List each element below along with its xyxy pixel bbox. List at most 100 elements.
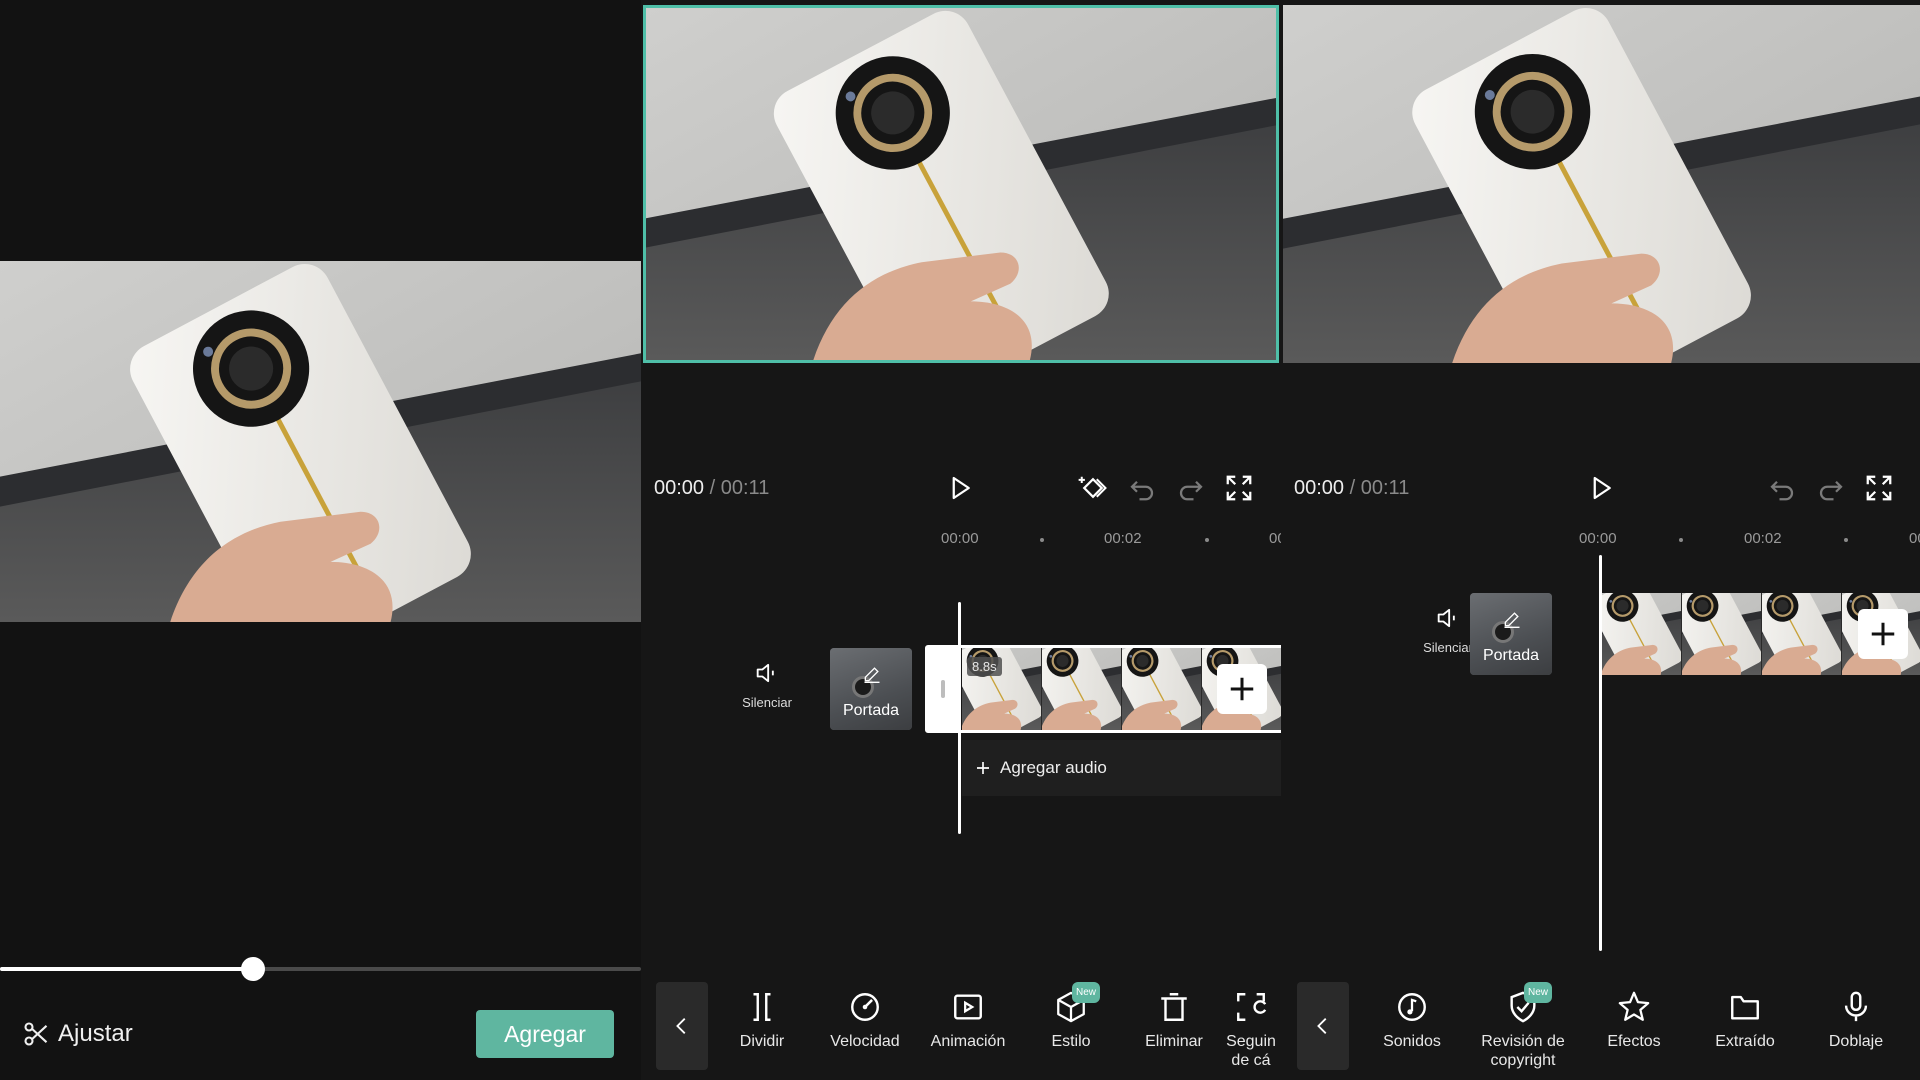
back-button[interactable]	[1297, 982, 1349, 1070]
playback-bar: 00:00 / 00:11	[1281, 468, 1920, 508]
ruler-tick: 00	[1909, 530, 1920, 547]
fullscreen-icon	[1226, 475, 1252, 501]
play-icon	[952, 476, 970, 500]
play-button[interactable]	[1585, 472, 1617, 504]
ruler-dot	[1040, 538, 1044, 542]
tool-label: Velocidad	[830, 1033, 900, 1050]
tool-label: Dividir	[739, 1033, 785, 1050]
split-icon	[753, 993, 771, 1021]
editor-panel-right: 00:00 / 00:11 00:00 00:02 00 Silenciar P…	[1281, 0, 1920, 1080]
video-preview	[0, 261, 641, 622]
tool-delete[interactable]: Eliminar	[1122, 990, 1226, 1051]
edit-icon	[1504, 612, 1520, 628]
redo-button[interactable]	[1815, 472, 1847, 504]
ruler-tick: 00	[1269, 530, 1281, 547]
ruler-tick: 00:00	[941, 530, 979, 547]
tool-split[interactable]: Dividir	[710, 990, 814, 1051]
chevron-left-icon	[676, 1018, 686, 1034]
playback-bar: 00:00 / 00:11	[641, 468, 1281, 508]
slider-knob[interactable]	[241, 957, 266, 981]
tool-extracted[interactable]: Extraído	[1693, 990, 1797, 1051]
chevron-left-icon	[1317, 1018, 1327, 1034]
music-note-icon	[1398, 993, 1426, 1021]
tool-effects[interactable]: Efectos	[1582, 990, 1686, 1051]
ruler-dot	[1844, 538, 1848, 542]
clip-frame	[1602, 593, 1682, 675]
cover-button[interactable]: Portada	[1470, 593, 1552, 675]
new-badge: New	[1072, 982, 1101, 1003]
plus-icon	[1230, 677, 1254, 701]
ruler-dot	[1205, 538, 1209, 542]
slider-fill	[0, 967, 254, 971]
clip-trim-handle[interactable]	[926, 645, 960, 733]
microphone-icon	[1844, 991, 1868, 1022]
tool-label: Estilo	[1051, 1033, 1091, 1050]
tool-speed[interactable]: Velocidad	[813, 990, 917, 1051]
time-separator: /	[709, 476, 716, 499]
speaker-icon	[1437, 608, 1455, 628]
time-display: 00:00 / 00:11	[654, 477, 769, 500]
edit-icon	[864, 667, 880, 683]
cover-label: Portada	[1482, 647, 1540, 664]
playhead[interactable]	[958, 602, 961, 834]
new-badge: New	[1524, 982, 1553, 1003]
clip-duration-badge: 8.8s	[967, 657, 1002, 676]
adjust-label: Ajustar	[58, 1020, 133, 1047]
plus-icon	[977, 762, 989, 774]
clip-frame	[1042, 648, 1122, 730]
add-clip-button[interactable]	[1858, 609, 1908, 659]
undo-icon	[1130, 480, 1154, 501]
tool-style[interactable]: New Estilo	[1019, 982, 1123, 1051]
tool-label: Eliminar	[1145, 1033, 1203, 1050]
add-button[interactable]: Agregar	[476, 1010, 614, 1058]
clip-frame	[1122, 648, 1202, 730]
ruler-dot	[1679, 538, 1683, 542]
add-clip-button[interactable]	[1217, 664, 1267, 714]
play-button[interactable]	[944, 472, 976, 504]
tool-sounds[interactable]: Sonidos	[1360, 990, 1464, 1051]
speaker-icon	[756, 663, 774, 683]
keyframe-button[interactable]	[1077, 472, 1109, 504]
fullscreen-button[interactable]	[1223, 472, 1255, 504]
time-display: 00:00 / 00:11	[1294, 477, 1409, 500]
tool-label: Doblaje	[1828, 1033, 1884, 1050]
trim-slider[interactable]	[0, 957, 641, 981]
speed-icon	[851, 993, 879, 1021]
tool-copyright-check[interactable]: New Revisión de copyright	[1471, 982, 1575, 1070]
ruler-tick: 00:02	[1104, 530, 1142, 547]
clip-frame	[1762, 593, 1842, 675]
cover-button[interactable]: Portada	[830, 648, 912, 730]
playhead[interactable]	[1599, 555, 1602, 951]
tool-label: Seguin de cá	[1226, 1033, 1276, 1069]
fullscreen-icon	[1866, 475, 1892, 501]
animation-icon	[954, 994, 982, 1020]
ruler-tick: 00:00	[1579, 530, 1617, 547]
camera-track-icon	[1237, 993, 1267, 1021]
video-preview-selected	[643, 5, 1279, 363]
adjust-button[interactable]: Ajustar	[22, 1020, 133, 1048]
tool-camera-tracking[interactable]: Seguin de cá	[1221, 990, 1281, 1070]
fullscreen-button[interactable]	[1863, 472, 1895, 504]
time-total: 00:11	[1360, 476, 1410, 499]
video-preview	[1283, 5, 1920, 363]
scissors-icon	[24, 1022, 48, 1046]
mute-button[interactable]: Silenciar	[727, 659, 807, 710]
add-audio-button[interactable]: Agregar audio	[962, 740, 1281, 796]
time-total: 00:11	[720, 476, 770, 499]
tool-animation[interactable]: Animación	[916, 990, 1020, 1051]
tool-label: Animación	[930, 1033, 1006, 1050]
trash-icon	[1161, 993, 1187, 1021]
folder-icon	[1731, 995, 1759, 1020]
editor-panel-middle: 00:00 / 00:11 00:00 00:02 0 Silenciar Po…	[641, 0, 1281, 1080]
play-icon	[1593, 476, 1611, 500]
star-icon	[1618, 991, 1650, 1021]
back-button[interactable]	[656, 982, 708, 1070]
redo-button[interactable]	[1175, 472, 1207, 504]
clip-frame	[1682, 593, 1762, 675]
undo-icon	[1770, 480, 1794, 501]
tool-voiceover[interactable]: Doblaje	[1804, 990, 1908, 1051]
plus-icon	[1871, 622, 1895, 646]
mute-label: Silenciar	[1423, 640, 1473, 655]
undo-button[interactable]	[1766, 472, 1798, 504]
undo-button[interactable]	[1126, 472, 1158, 504]
